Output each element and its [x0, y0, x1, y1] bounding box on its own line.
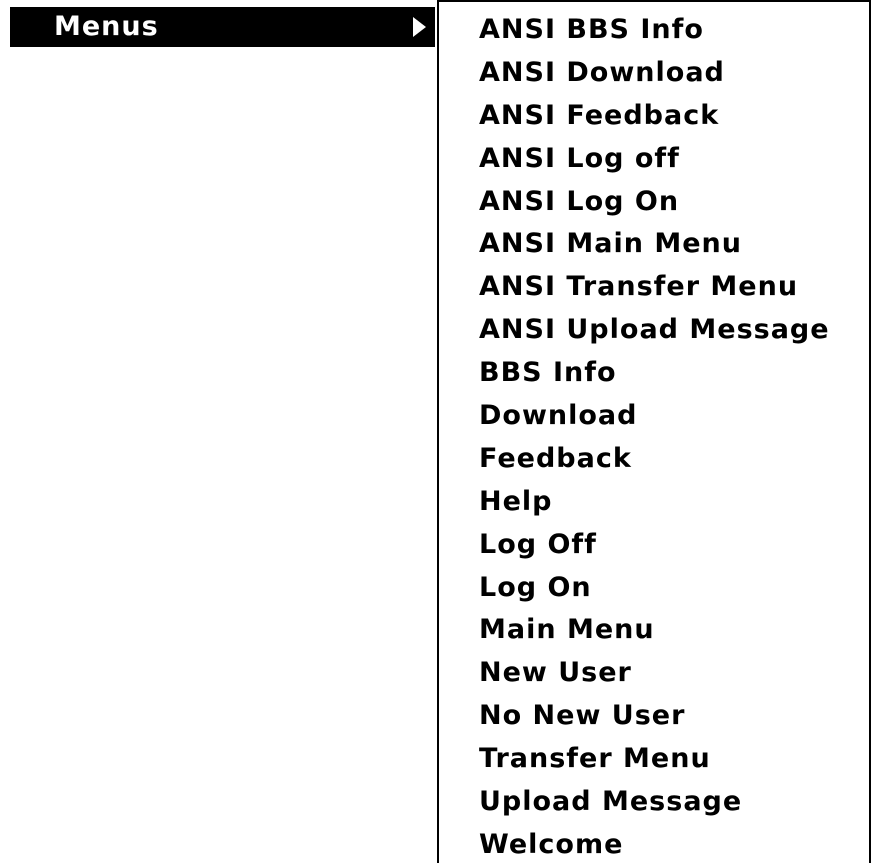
submenu-item-download[interactable]: Download	[439, 396, 869, 439]
submenu-item-feedback[interactable]: Feedback	[439, 439, 869, 482]
submenu-item-new-user[interactable]: New User	[439, 653, 869, 696]
submenu-item-ansi-bbs-info[interactable]: ANSI BBS Info	[439, 10, 869, 53]
submenu-item-no-new-user[interactable]: No New User	[439, 696, 869, 739]
submenu-item-main-menu[interactable]: Main Menu	[439, 610, 869, 653]
submenu-item-transfer-menu[interactable]: Transfer Menu	[439, 739, 869, 782]
submenu-item-ansi-transfer-menu[interactable]: ANSI Transfer Menu	[439, 267, 869, 310]
submenu-item-ansi-log-on[interactable]: ANSI Log On	[439, 182, 869, 225]
submenu-item-ansi-main-menu[interactable]: ANSI Main Menu	[439, 224, 869, 267]
submenu-item-log-on[interactable]: Log On	[439, 568, 869, 611]
submenu-item-help[interactable]: Help	[439, 482, 869, 525]
submenu-item-welcome[interactable]: Welcome	[439, 825, 869, 868]
submenu-item-ansi-download[interactable]: ANSI Download	[439, 53, 869, 96]
submenu-item-ansi-log-off[interactable]: ANSI Log off	[439, 139, 869, 182]
menus-parent-label: Menus	[54, 11, 159, 42]
submenu-arrow-icon	[413, 17, 426, 37]
submenu-item-upload-message[interactable]: Upload Message	[439, 782, 869, 825]
menus-parent-item[interactable]: Menus	[10, 7, 435, 47]
submenu-item-ansi-feedback[interactable]: ANSI Feedback	[439, 96, 869, 139]
submenu-panel: ANSI BBS Info ANSI Download ANSI Feedbac…	[437, 0, 871, 863]
submenu-item-bbs-info[interactable]: BBS Info	[439, 353, 869, 396]
submenu-list: ANSI BBS Info ANSI Download ANSI Feedbac…	[439, 10, 869, 868]
submenu-item-ansi-upload-message[interactable]: ANSI Upload Message	[439, 310, 869, 353]
submenu-item-log-off[interactable]: Log Off	[439, 525, 869, 568]
